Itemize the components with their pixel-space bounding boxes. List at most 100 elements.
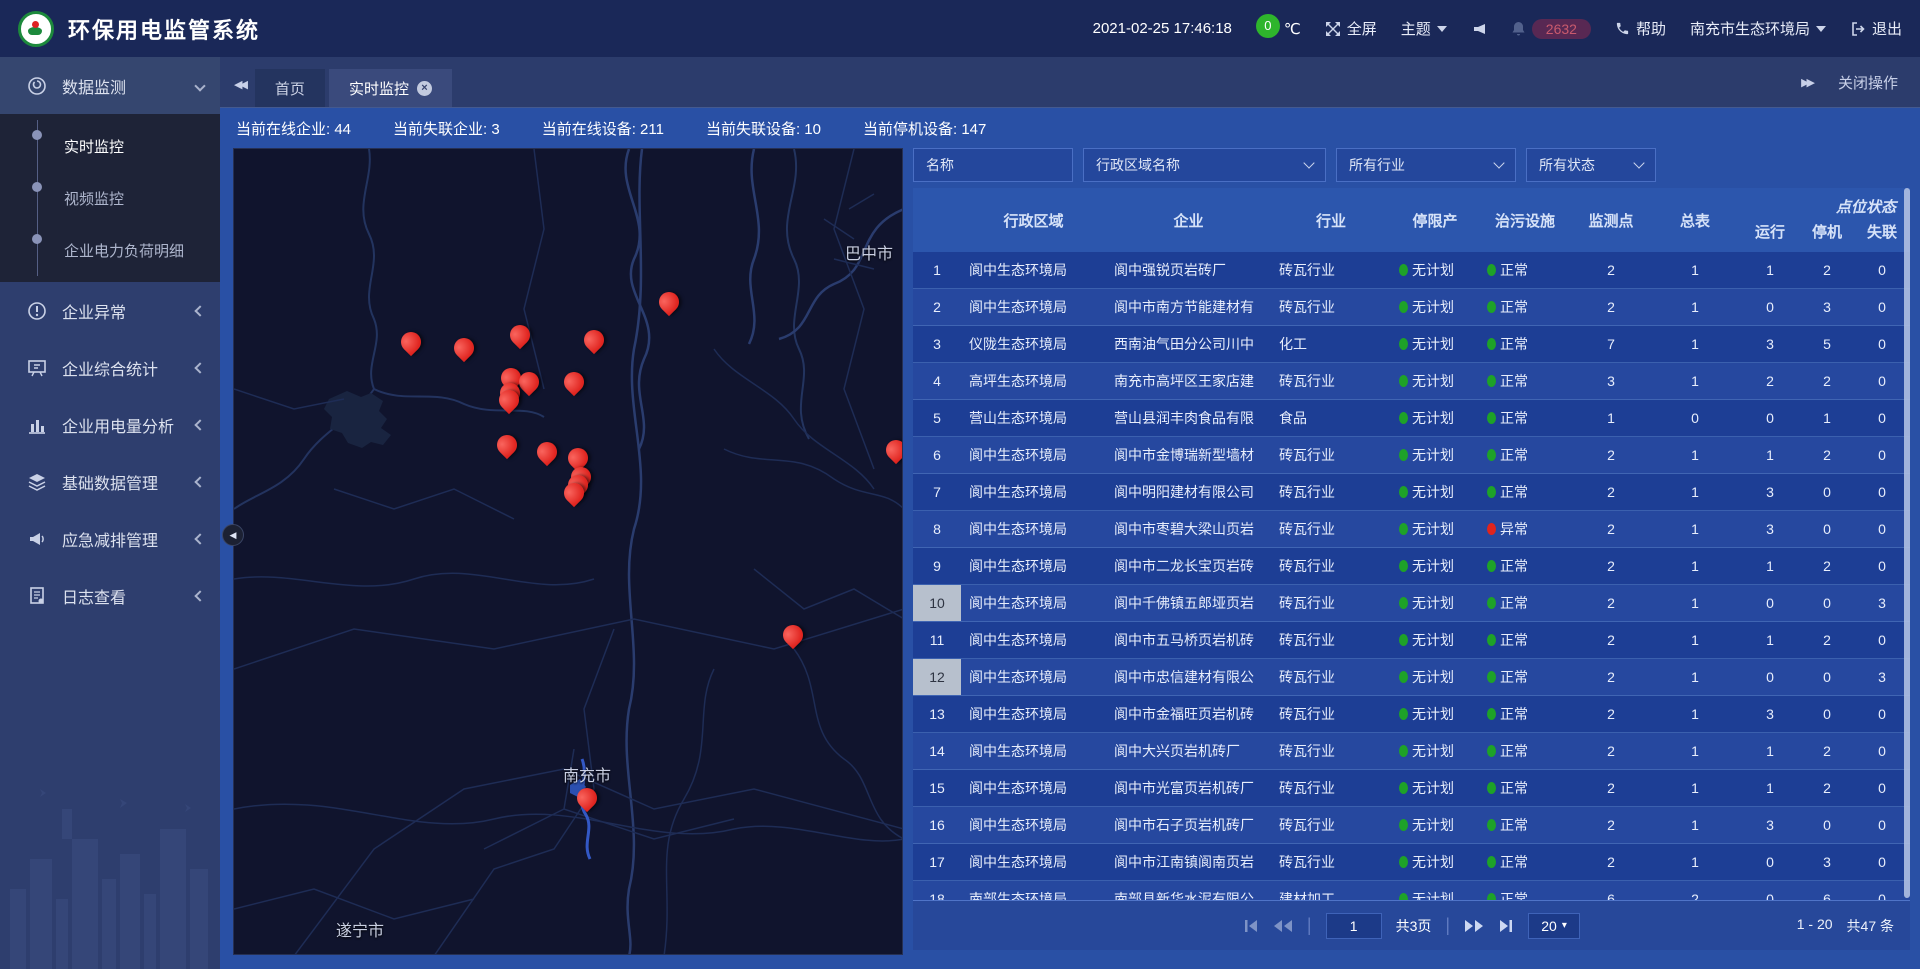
sidebar-item-2[interactable]: 企业综合统计 — [0, 339, 220, 396]
table-row[interactable]: 14阆中生态环境局阆中大兴页岩机砖厂砖瓦行业无计划正常21120 — [913, 733, 1910, 770]
help-button[interactable]: 帮助 — [1615, 18, 1666, 39]
close-operations-button[interactable]: 关闭操作 — [1838, 72, 1898, 93]
fullscreen-label: 全屏 — [1347, 18, 1377, 39]
log-document-icon — [26, 586, 48, 606]
table-row[interactable]: 18南部生态环境局南部县新华水泥有限公建材加工无计划正常62060 — [913, 881, 1910, 900]
table-row[interactable]: 9阆中生态环境局阆中市二龙长宝页岩砖砖瓦行业无计划正常21120 — [913, 548, 1910, 585]
region-select[interactable]: 行政区域名称 — [1083, 148, 1326, 182]
table-row[interactable]: 17阆中生态环境局阆中市江南镇阆南页岩砖瓦行业无计划正常21030 — [913, 844, 1910, 881]
status-select[interactable]: 所有状态 — [1526, 148, 1656, 182]
cell-lost: 0 — [1853, 733, 1910, 769]
sidebar-item-6[interactable]: 日志查看 — [0, 567, 220, 624]
tab-bar: ◀◀ 首页实时监控× ▶▶ 关闭操作 — [220, 57, 1920, 108]
layers-icon — [26, 472, 48, 492]
next-page-icon[interactable] — [1464, 919, 1484, 933]
status-dot-green — [1487, 634, 1496, 646]
page-size-select[interactable]: 20 ▾ — [1528, 913, 1580, 939]
table-row[interactable]: 1阆中生态环境局阆中强锐页岩砖厂砖瓦行业无计划正常21120 — [913, 252, 1910, 289]
table-row[interactable]: 15阆中生态环境局阆中市光富页岩机砖厂砖瓦行业无计划正常21120 — [913, 770, 1910, 807]
cell-company: 南部县新华水泥有限公 — [1106, 881, 1271, 900]
cell-meters: 1 — [1651, 844, 1739, 880]
cell-meters: 1 — [1651, 326, 1739, 362]
tab-实时监控[interactable]: 实时监控× — [329, 69, 452, 107]
last-page-icon[interactable] — [1498, 919, 1514, 933]
table-row[interactable]: 7阆中生态环境局阆中明阳建材有限公司砖瓦行业无计划正常21300 — [913, 474, 1910, 511]
cell-meters: 1 — [1651, 252, 1739, 288]
sidebar-item-3[interactable]: 企业用电量分析 — [0, 396, 220, 453]
table-row[interactable]: 4高坪生态环境局南充市高坪区王家店建砖瓦行业无计划正常31220 — [913, 363, 1910, 400]
sidebar-subitem[interactable]: 实时监控 — [0, 120, 220, 172]
table-row[interactable]: 10阆中生态环境局阆中千佛镇五郎垭页岩砖瓦行业无计划正常21003 — [913, 585, 1910, 622]
cell-company: 阆中明阳建材有限公司 — [1106, 474, 1271, 510]
cell-region: 阆中生态环境局 — [961, 659, 1106, 695]
cell-industry: 砖瓦行业 — [1271, 733, 1391, 769]
table-row[interactable]: 8阆中生态环境局阆中市枣碧大梁山页岩砖瓦行业无计划异常21300 — [913, 511, 1910, 548]
tab-scroll-left-icon[interactable]: ◀◀ — [220, 78, 255, 107]
sidebar-item-0[interactable]: 数据监测 — [0, 57, 220, 114]
range-label: 1 - 20 — [1797, 916, 1833, 936]
presentation-icon — [26, 358, 48, 378]
cell-facility-status: 正常 — [1479, 363, 1571, 399]
col-总表: 总表 — [1651, 188, 1739, 252]
status-dot-green — [1399, 301, 1408, 313]
theme-menu[interactable]: 主题 — [1401, 18, 1447, 39]
stat-item: 当前停机设备: 147 — [863, 118, 986, 139]
cell-industry: 砖瓦行业 — [1271, 511, 1391, 547]
logout-button[interactable]: 退出 — [1850, 18, 1902, 39]
sidebar-subitem[interactable]: 视频监控 — [0, 172, 220, 224]
cell-region: 阆中生态环境局 — [961, 548, 1106, 584]
cell-stop: 2 — [1801, 548, 1853, 584]
sidebar-subitem[interactable]: 企业电力负荷明细 — [0, 224, 220, 276]
cell-stop: 0 — [1801, 807, 1853, 843]
cell-run: 0 — [1739, 881, 1801, 900]
sidebar-item-4[interactable]: 基础数据管理 — [0, 453, 220, 510]
cell-run: 3 — [1739, 326, 1801, 362]
table-row[interactable]: 11阆中生态环境局阆中市五马桥页岩机砖砖瓦行业无计划正常21120 — [913, 622, 1910, 659]
chevron-left-icon — [196, 473, 204, 491]
table-row[interactable]: 3仪陇生态环境局西南油气田分公司川中化工无计划正常71350 — [913, 326, 1910, 363]
cell-stop: 2 — [1801, 733, 1853, 769]
cell-industry: 砖瓦行业 — [1271, 696, 1391, 732]
sidebar-item-1[interactable]: 企业异常 — [0, 282, 220, 339]
tab-首页[interactable]: 首页 — [255, 69, 325, 107]
org-menu[interactable]: 南充市生态环境局 — [1690, 18, 1826, 39]
alert-circle-icon — [26, 301, 48, 321]
table-row[interactable]: 12阆中生态环境局阆中市忠信建材有限公砖瓦行业无计划正常21003 — [913, 659, 1910, 696]
cell-lost: 0 — [1853, 844, 1910, 880]
cell-run: 3 — [1739, 511, 1801, 547]
table-row[interactable]: 16阆中生态环境局阆中市石子页岩机砖厂砖瓦行业无计划正常21300 — [913, 807, 1910, 844]
prev-page-icon[interactable] — [1273, 919, 1293, 933]
sidebar-item-5[interactable]: 应急减排管理 — [0, 510, 220, 567]
sound-button[interactable] — [1471, 21, 1487, 37]
cell-points: 2 — [1571, 659, 1651, 695]
first-page-icon[interactable] — [1243, 919, 1259, 933]
cell-points: 2 — [1571, 770, 1651, 806]
name-search-input[interactable]: 名称 — [913, 148, 1073, 182]
map[interactable]: 巴中市南充市遂宁市 — [233, 148, 903, 955]
cell-company: 阆中强锐页岩砖厂 — [1106, 252, 1271, 288]
table-row[interactable]: 5营山生态环境局营山县润丰肉食品有限食品无计划正常10010 — [913, 400, 1910, 437]
table-scrollbar[interactable] — [1904, 188, 1910, 898]
cell-run: 1 — [1739, 437, 1801, 473]
table-row[interactable]: 6阆中生态环境局阆中市金博瑞新型墙材砖瓦行业无计划正常21120 — [913, 437, 1910, 474]
page-number-input[interactable]: 1 — [1326, 913, 1382, 939]
status-dot-green — [1487, 301, 1496, 313]
tab-scroll-right-icon[interactable]: ▶▶ — [1801, 76, 1812, 89]
industry-select[interactable]: 所有行业 — [1336, 148, 1516, 182]
cell-industry: 食品 — [1271, 400, 1391, 436]
cell-stop: 5 — [1801, 326, 1853, 362]
cell-points: 2 — [1571, 548, 1651, 584]
cell-lost: 0 — [1853, 622, 1910, 658]
notifications[interactable]: 2632 — [1511, 19, 1591, 39]
map-city-label: 巴中市 — [845, 240, 893, 264]
cell-production-status: 无计划 — [1391, 400, 1479, 436]
status-dot-green — [1399, 745, 1408, 757]
cell-region: 阆中生态环境局 — [961, 770, 1106, 806]
row-index: 7 — [913, 474, 961, 510]
fullscreen-button[interactable]: 全屏 — [1325, 18, 1377, 39]
table-row[interactable]: 13阆中生态环境局阆中市金福旺页岩机砖砖瓦行业无计划正常21300 — [913, 696, 1910, 733]
tab-close-icon[interactable]: × — [417, 81, 432, 96]
table-row[interactable]: 2阆中生态环境局阆中市南方节能建材有砖瓦行业无计划正常21030 — [913, 289, 1910, 326]
cell-points: 2 — [1571, 807, 1651, 843]
map-collapse-toggle[interactable]: ◀ — [222, 524, 244, 546]
